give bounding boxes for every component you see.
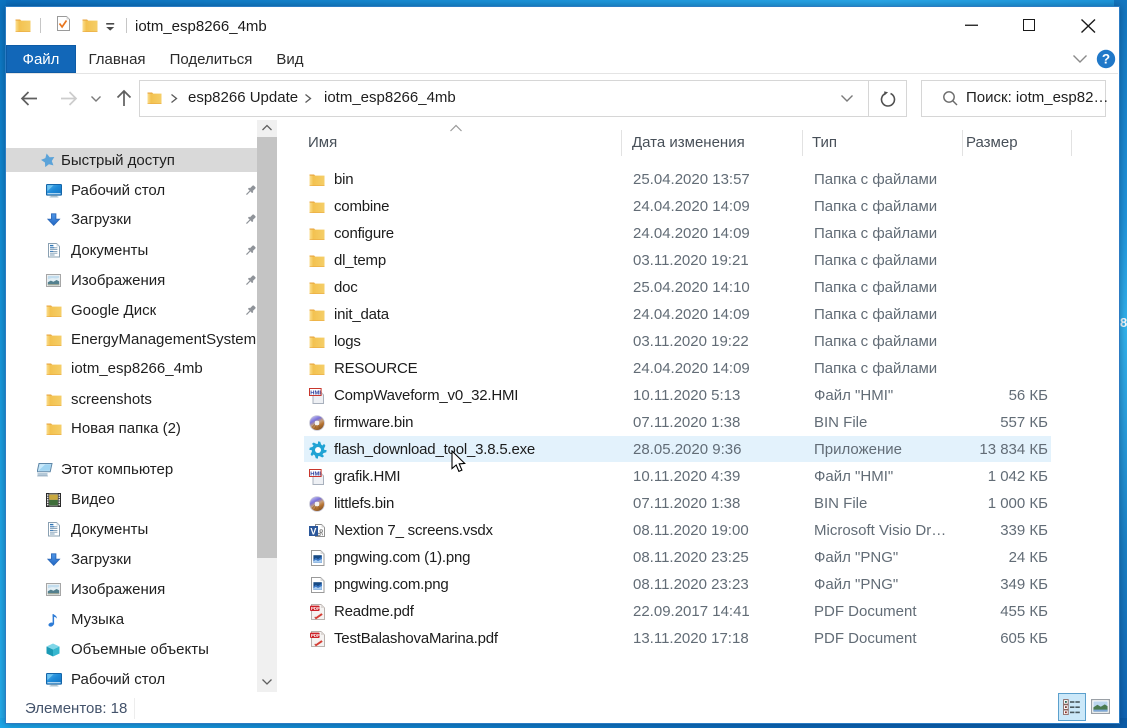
svg-text:?: ? bbox=[1102, 52, 1110, 67]
svg-text:V: V bbox=[310, 526, 316, 536]
svg-text:PDF: PDF bbox=[311, 606, 320, 611]
svg-text:HMI: HMI bbox=[310, 471, 321, 477]
svg-text:PDF: PDF bbox=[311, 633, 320, 638]
svg-text:HMI: HMI bbox=[310, 390, 321, 396]
